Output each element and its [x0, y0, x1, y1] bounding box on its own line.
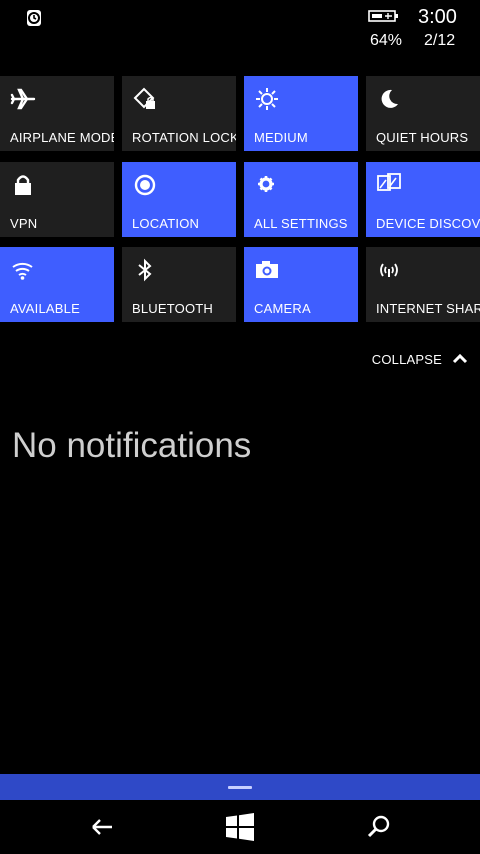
- tile-camera[interactable]: CAMERA: [244, 247, 358, 322]
- tile-vpn[interactable]: VPN: [0, 162, 114, 237]
- gear-icon: [258, 176, 274, 192]
- back-button[interactable]: [87, 812, 117, 842]
- tile-wifi[interactable]: AVAILABLE: [0, 247, 114, 322]
- wifi-icon: [12, 262, 33, 280]
- bluetooth-icon: [138, 258, 152, 282]
- location-icon: [134, 174, 156, 196]
- no-notifications-message: No notifications: [12, 426, 252, 465]
- tile-label: DEVICE DISCOVERY: [376, 216, 480, 231]
- tile-label: AVAILABLE: [10, 301, 80, 316]
- rotation-lock-icon: [133, 87, 155, 109]
- grip-icon: [228, 786, 252, 789]
- status-date: 2/12: [424, 32, 456, 49]
- lock-icon: [15, 175, 31, 195]
- moon-icon: [381, 89, 398, 108]
- tile-quiet-hours[interactable]: QUIET HOURS: [366, 76, 480, 151]
- tile-label: ALL SETTINGS: [254, 216, 348, 231]
- start-button[interactable]: [225, 812, 255, 842]
- camera-icon: [256, 261, 278, 278]
- internet-sharing-icon: [380, 263, 398, 277]
- battery-percent: 64%: [370, 32, 403, 49]
- tile-label: MEDIUM: [254, 130, 308, 145]
- tile-label: CAMERA: [254, 301, 311, 316]
- collapse-button[interactable]: COLLAPSE: [372, 349, 468, 369]
- quick-actions-grid: AIRPLANE MODE ROTATION LOCK MEDIUM QUIET…: [0, 76, 480, 322]
- tile-all-settings[interactable]: ALL SETTINGS: [244, 162, 358, 237]
- tile-label: ROTATION LOCK: [132, 130, 236, 145]
- battery-charging-icon: [368, 10, 398, 22]
- action-center-handle[interactable]: [0, 774, 480, 800]
- tile-internet-sharing[interactable]: INTERNET SHARING: [366, 247, 480, 322]
- search-button[interactable]: [364, 812, 394, 842]
- tile-label: VPN: [10, 216, 38, 231]
- collapse-label: COLLAPSE: [371, 351, 442, 367]
- search-icon: [367, 815, 390, 838]
- tile-location[interactable]: LOCATION: [122, 162, 236, 237]
- tile-label: BLUETOOTH: [132, 301, 214, 316]
- tile-brightness[interactable]: MEDIUM: [244, 76, 358, 151]
- navigation-bar: [0, 800, 480, 854]
- status-bar: 3:00 64% 2/12: [0, 0, 480, 60]
- airplane-icon: [10, 88, 36, 110]
- windows-logo-icon: [226, 813, 254, 841]
- brightness-icon: [256, 88, 278, 110]
- tile-rotation-lock[interactable]: ROTATION LOCK: [122, 76, 236, 151]
- tile-label: INTERNET SHARING: [376, 301, 480, 316]
- tile-bluetooth[interactable]: BLUETOOTH: [122, 247, 236, 322]
- sync-icon: [27, 10, 41, 26]
- tile-device-discovery[interactable]: DEVICE DISCOVERY: [366, 162, 480, 237]
- tile-label: LOCATION: [132, 216, 200, 231]
- tile-airplane-mode[interactable]: AIRPLANE MODE: [0, 76, 114, 151]
- back-arrow-icon: [92, 819, 112, 835]
- device-discovery-icon: [377, 173, 401, 191]
- status-time: 3:00: [418, 6, 457, 28]
- tile-label: QUIET HOURS: [376, 130, 469, 145]
- tile-label: AIRPLANE MODE: [10, 130, 114, 145]
- chevron-up-icon: [452, 353, 468, 364]
